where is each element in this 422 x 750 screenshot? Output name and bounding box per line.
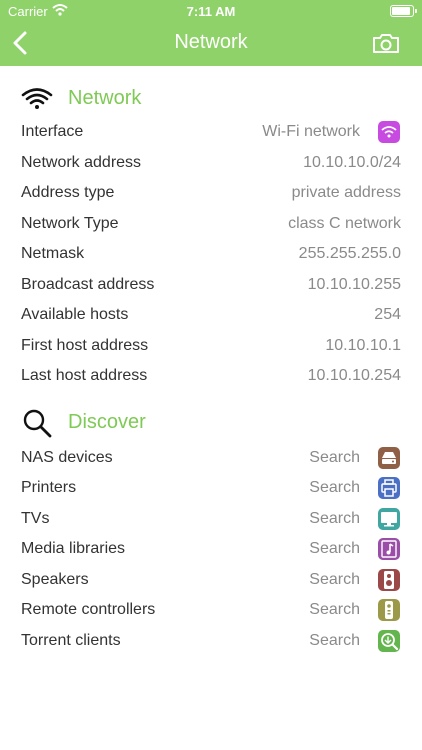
row-value: 10.10.10.0/24: [303, 154, 401, 171]
wifi-icon: [21, 88, 53, 109]
info-row-netmask: Netmask 255.255.255.0: [0, 239, 422, 269]
tv-icon: [378, 508, 400, 530]
discover-row-media-libraries[interactable]: Media libraries Search: [0, 534, 422, 564]
row-label: Network Type: [21, 215, 119, 232]
row-value: class C network: [288, 215, 401, 232]
row-label: Printers: [21, 479, 77, 496]
info-row-address-type: Address type private address: [0, 178, 422, 208]
row-value: 10.10.10.255: [307, 276, 401, 293]
nas-icon: [378, 447, 400, 469]
remote-icon: [378, 599, 400, 621]
torrent-icon: [378, 630, 400, 652]
row-value: 10.10.10.1: [325, 337, 401, 354]
music-icon: [378, 538, 400, 560]
row-value: private address: [291, 184, 401, 201]
row-label: Available hosts: [21, 306, 129, 323]
discover-row-tvs[interactable]: TVs Search: [0, 504, 422, 534]
battery-icon: [390, 5, 417, 17]
printer-icon: [378, 477, 400, 499]
info-row-network-address: Network address 10.10.10.0/24: [0, 148, 422, 178]
status-bar: Carrier 7:11 AM: [0, 0, 422, 22]
discover-row-speakers[interactable]: Speakers Search: [0, 565, 422, 595]
info-row-network-type: Network Type class C network: [0, 209, 422, 239]
speaker-icon: [378, 569, 400, 591]
discover-row-torrent-clients[interactable]: Torrent clients Search: [0, 626, 422, 656]
navigation-bar: Carrier 7:11 AM Network: [0, 0, 422, 66]
row-value: 255.255.255.0: [298, 245, 401, 262]
row-value: 10.10.10.254: [307, 367, 401, 384]
row-label: First host address: [21, 337, 149, 354]
row-label: Media libraries: [21, 540, 126, 557]
camera-button[interactable]: [372, 32, 400, 54]
row-value: 254: [374, 306, 401, 323]
row-label: Last host address: [21, 367, 148, 384]
row-label: Network address: [21, 154, 142, 171]
row-label: TVs: [21, 510, 50, 527]
search-icon: [23, 409, 52, 438]
row-label: Torrent clients: [21, 632, 121, 649]
network-heading: Network: [68, 87, 142, 109]
discover-row-printers[interactable]: Printers Search: [0, 473, 422, 503]
info-row-first-host: First host address 10.10.10.1: [0, 331, 422, 361]
wifi-icon: [378, 121, 400, 143]
row-value: Wi-Fi network: [262, 123, 360, 140]
search-link[interactable]: Search: [309, 571, 360, 589]
search-link[interactable]: Search: [309, 632, 360, 650]
discover-row-nas[interactable]: NAS devices Search: [0, 443, 422, 473]
row-label: Address type: [21, 184, 115, 201]
page-title: Network: [174, 31, 248, 53]
discover-row-remote-controllers[interactable]: Remote controllers Search: [0, 595, 422, 625]
row-label: NAS devices: [21, 449, 113, 466]
row-label: Speakers: [21, 571, 89, 588]
search-link[interactable]: Search: [309, 510, 360, 528]
info-row-available-hosts: Available hosts 254: [0, 300, 422, 330]
row-label: Netmask: [21, 245, 85, 262]
info-row-last-host: Last host address 10.10.10.254: [0, 361, 422, 391]
search-link[interactable]: Search: [309, 449, 360, 467]
search-link[interactable]: Search: [309, 540, 360, 558]
row-label: Interface: [21, 123, 84, 140]
row-label: Broadcast address: [21, 276, 155, 293]
search-link[interactable]: Search: [309, 479, 360, 497]
clock: 7:11 AM: [186, 4, 236, 19]
discover-heading: Discover: [68, 411, 146, 433]
search-link[interactable]: Search: [309, 601, 360, 619]
info-row-broadcast-address: Broadcast address 10.10.10.255: [0, 270, 422, 300]
row-label: Remote controllers: [21, 601, 156, 618]
info-row-interface[interactable]: Interface Wi-Fi network: [0, 117, 422, 147]
